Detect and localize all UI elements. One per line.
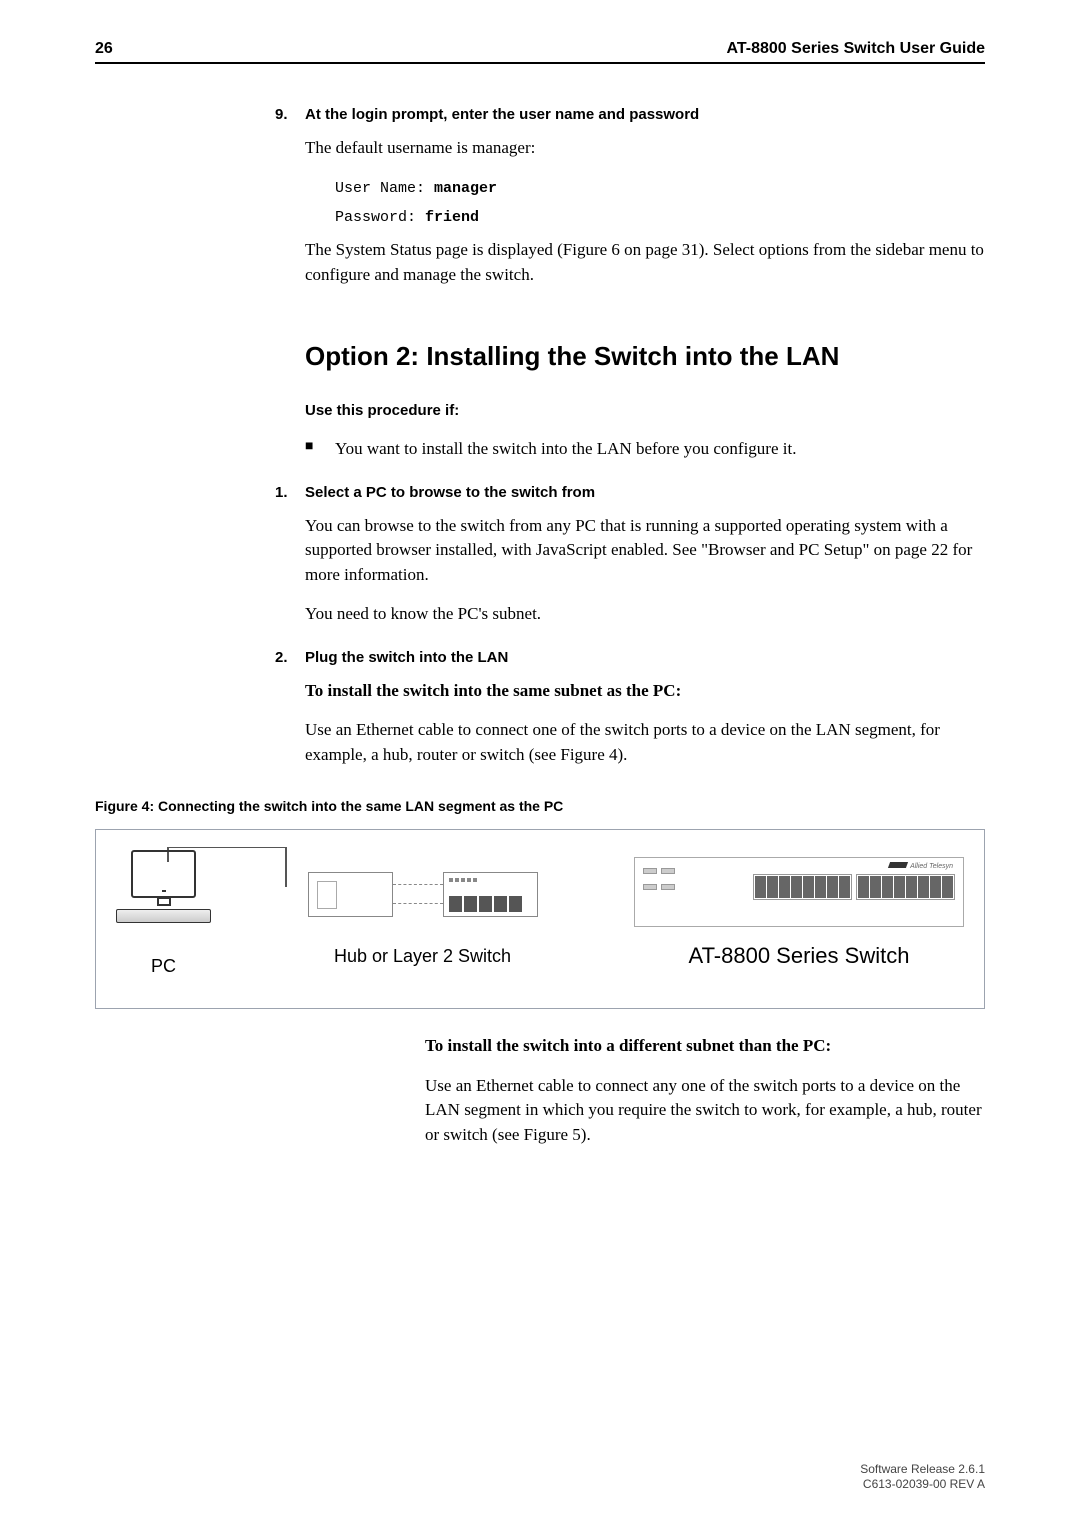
pc-icon bbox=[116, 850, 211, 940]
document-title: AT-8800 Series Switch User Guide bbox=[727, 40, 985, 58]
footer-release: Software Release 2.6.1 bbox=[860, 1462, 985, 1478]
switch-diagram-item: Allied Telesyn bbox=[634, 857, 964, 971]
step-9-intro: The default username is manager: bbox=[305, 136, 985, 161]
step-2-p1: Use an Ethernet cable to connect one of … bbox=[305, 718, 985, 767]
allied-telesyn-logo: Allied Telesyn bbox=[889, 862, 953, 870]
section-title: Option 2: Installing the Switch into the… bbox=[305, 338, 985, 376]
step-2-sub2: To install the switch into a different s… bbox=[425, 1034, 985, 1059]
switch-icon: Allied Telesyn bbox=[634, 857, 964, 927]
use-procedure-title: Use this procedure if: bbox=[305, 400, 985, 422]
footer-partnum: C613-02039-00 REV A bbox=[860, 1477, 985, 1493]
username-label: User Name: bbox=[335, 180, 425, 197]
password-value: friend bbox=[425, 209, 479, 226]
step-1-number: 1. bbox=[275, 482, 288, 504]
bullet-text: You want to install the switch into the … bbox=[335, 437, 796, 462]
step-9-title: At the login prompt, enter the user name… bbox=[305, 106, 699, 123]
step-1-title: Select a PC to browse to the switch from bbox=[305, 484, 595, 501]
figure-4-caption: Figure 4: Connecting the switch into the… bbox=[95, 798, 985, 814]
step-2-title: Plug the switch into the LAN bbox=[305, 649, 508, 666]
figure-4-diagram: PC Hub or Layer 2 Switch bbox=[95, 829, 985, 1009]
step-2-p2: Use an Ethernet cable to connect any one… bbox=[425, 1074, 985, 1148]
page-header: 26 AT-8800 Series Switch User Guide bbox=[95, 40, 985, 64]
login-code-block: User Name: manager Password: friend bbox=[335, 175, 985, 232]
hub-label: Hub or Layer 2 Switch bbox=[334, 945, 511, 968]
step-2-sub1: To install the switch into the same subn… bbox=[305, 679, 985, 704]
page-footer: Software Release 2.6.1 C613-02039-00 REV… bbox=[860, 1462, 985, 1493]
step-2-number: 2. bbox=[275, 647, 288, 669]
cable-segment bbox=[167, 847, 285, 849]
hub-diagram-item: Hub or Layer 2 Switch bbox=[308, 860, 538, 968]
step-9-number: 9. bbox=[275, 104, 288, 126]
switch-label: AT-8800 Series Switch bbox=[689, 942, 910, 971]
cable-segment bbox=[285, 847, 287, 887]
hub-icon bbox=[308, 860, 538, 930]
step-1-p2: You need to know the PC's subnet. bbox=[305, 602, 985, 627]
pc-label: PC bbox=[151, 955, 176, 978]
pc-diagram-item: PC bbox=[116, 850, 211, 978]
password-label: Password: bbox=[335, 209, 416, 226]
step-1-p1: You can browse to the switch from any PC… bbox=[305, 514, 985, 588]
step-9-after: The System Status page is displayed (Fig… bbox=[305, 238, 985, 287]
bullet-icon: ■ bbox=[305, 437, 335, 462]
page-number: 26 bbox=[95, 40, 113, 58]
username-value: manager bbox=[434, 180, 497, 197]
